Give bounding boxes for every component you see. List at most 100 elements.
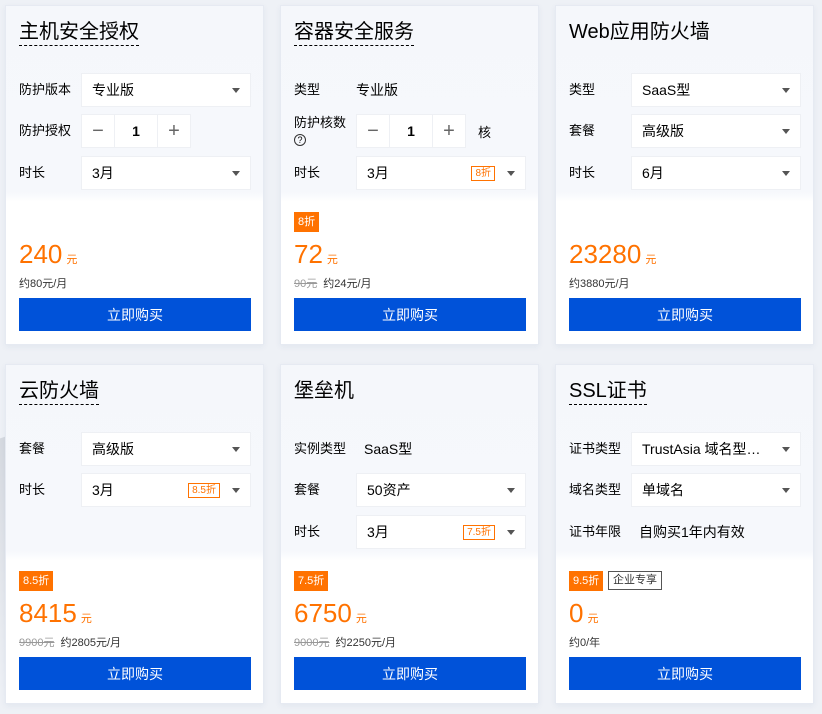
plan-label: 套餐	[19, 441, 46, 456]
price-per: 9900元 约2805元/月	[19, 634, 121, 650]
price: 23280 元	[569, 240, 656, 274]
plan-select[interactable]: 50资产	[356, 473, 526, 507]
price-value: 0	[569, 598, 584, 628]
card-waf: Web应用防火墙 类型 SaaS型 套餐 高级版 时长 6月 23280 元 约3…	[555, 5, 814, 345]
duration-discount-tag: 8.5折	[188, 482, 220, 498]
domain-type-select[interactable]: 单域名	[631, 473, 801, 507]
cores-label-text: 防护核数	[294, 115, 347, 130]
duration-label: 时长	[19, 482, 46, 497]
chevron-down-icon	[782, 87, 790, 93]
buy-button[interactable]: 立即购买	[569, 657, 801, 690]
chevron-down-icon	[782, 446, 790, 452]
price: 0元	[569, 599, 598, 633]
cores-count[interactable]: 1	[390, 114, 432, 148]
edition-select[interactable]: 专业版	[81, 73, 251, 107]
cert-type-value: TrustAsia 域名型…	[642, 441, 761, 457]
card-title[interactable]: SSL证书	[569, 378, 647, 405]
card-container-security: 容器安全服务 类型 专业版 防护核数? − 1 + 核 时长 3月 8折 8折 …	[280, 5, 539, 345]
duration-value: 3月	[367, 165, 389, 181]
plan-value: 高级版	[92, 441, 134, 457]
cores-stepper[interactable]: − 1 +	[356, 114, 466, 148]
row-duration: 时长 3月	[19, 156, 251, 190]
row-duration: 时长 3月 8.5折	[19, 473, 251, 507]
row-type: 类型 SaaS型	[569, 73, 801, 107]
duration-value: 6月	[642, 165, 664, 181]
card-cloud-firewall: 云防火墙 套餐 高级版 时长 3月 8.5折 8.5折 8415 元 9900元约…	[5, 364, 264, 704]
per-year: 约0/年	[569, 637, 601, 649]
minus-icon[interactable]: −	[81, 114, 115, 148]
years-value: 自购买1年内有效	[639, 524, 745, 540]
type-label: 类型	[569, 82, 596, 97]
duration-select[interactable]: 3月 8折	[356, 156, 526, 190]
price: 72 元	[294, 240, 338, 274]
chevron-down-icon	[232, 446, 240, 452]
discount-badge: 8折	[294, 212, 320, 232]
price: 8415 元	[19, 599, 92, 633]
chevron-down-icon	[782, 487, 790, 493]
plus-icon[interactable]: +	[432, 114, 466, 148]
card-title[interactable]: 主机安全授权	[19, 19, 139, 46]
duration-select[interactable]: 3月 7.5折	[356, 515, 526, 549]
type-value: 专业版	[356, 82, 398, 98]
license-count[interactable]: 1	[115, 114, 157, 148]
plan-label: 套餐	[569, 123, 596, 138]
cores-label: 防护核数?	[294, 115, 356, 147]
minus-icon[interactable]: −	[356, 114, 390, 148]
row-cores: 防护核数? − 1 + 核	[294, 114, 525, 148]
price-currency: 元	[66, 254, 78, 266]
price-per: 约0/年	[569, 634, 600, 650]
duration-select[interactable]: 3月 8.5折	[81, 473, 251, 507]
row-domain-type: 域名类型 单域名	[569, 473, 801, 507]
row-plan: 套餐 高级版	[569, 114, 801, 148]
buy-button[interactable]: 立即购买	[569, 298, 801, 331]
card-title[interactable]: 云防火墙	[19, 378, 99, 405]
row-duration: 时长 3月 8折	[294, 156, 526, 190]
cert-type-label: 证书类型	[569, 441, 622, 456]
plan-value: 高级版	[642, 123, 684, 139]
domain-type-label: 域名类型	[569, 482, 622, 497]
chevron-down-icon	[232, 170, 240, 176]
buy-button[interactable]: 立即购买	[19, 657, 251, 690]
price-per: 约3880元/月	[569, 275, 630, 291]
help-icon[interactable]: ?	[294, 134, 306, 146]
domain-type-value: 单域名	[642, 482, 684, 498]
years-label: 证书年限	[569, 524, 622, 539]
type-select[interactable]: SaaS型	[631, 73, 801, 107]
card-title[interactable]: 容器安全服务	[294, 19, 414, 46]
price-value: 72	[294, 239, 323, 269]
duration-label: 时长	[294, 524, 321, 539]
chevron-down-icon	[507, 529, 515, 535]
cert-type-select[interactable]: TrustAsia 域名型…	[631, 432, 801, 466]
discount-badge: 8.5折	[19, 571, 54, 591]
duration-label: 时长	[19, 165, 46, 180]
price-per: 约80元/月	[19, 275, 67, 291]
row-license: 防护授权 − 1 +	[19, 114, 250, 148]
instance-label: 实例类型	[294, 441, 347, 456]
per-month: 约2250元/月	[335, 637, 397, 649]
buy-button[interactable]: 立即购买	[294, 657, 526, 690]
buy-button[interactable]: 立即购买	[294, 298, 526, 331]
row-edition: 防护版本 专业版	[19, 73, 251, 107]
card-title: Web应用防火墙	[569, 21, 710, 43]
duration-select[interactable]: 6月	[631, 156, 801, 190]
duration-value: 3月	[367, 524, 389, 540]
license-stepper[interactable]: − 1 +	[81, 114, 191, 148]
plan-select[interactable]: 高级版	[81, 432, 251, 466]
chevron-down-icon	[782, 128, 790, 134]
plus-icon[interactable]: +	[157, 114, 191, 148]
chevron-down-icon	[507, 487, 515, 493]
price-value: 6750	[294, 598, 352, 628]
license-label: 防护授权	[19, 123, 72, 138]
buy-button[interactable]: 立即购买	[19, 298, 251, 331]
card-title: 堡垒机	[294, 380, 354, 402]
price: 240 元	[19, 240, 77, 274]
row-years: 证书年限 自购买1年内有效	[569, 515, 800, 549]
plan-select[interactable]: 高级版	[631, 114, 801, 148]
price: 6750 元	[294, 599, 367, 633]
price-value: 8415	[19, 598, 77, 628]
price-currency: 元	[355, 613, 367, 625]
row-instance: 实例类型 SaaS型	[294, 432, 525, 466]
discount-badge: 9.5折	[569, 571, 604, 591]
duration-select[interactable]: 3月	[81, 156, 251, 190]
price-value: 240	[19, 239, 63, 269]
